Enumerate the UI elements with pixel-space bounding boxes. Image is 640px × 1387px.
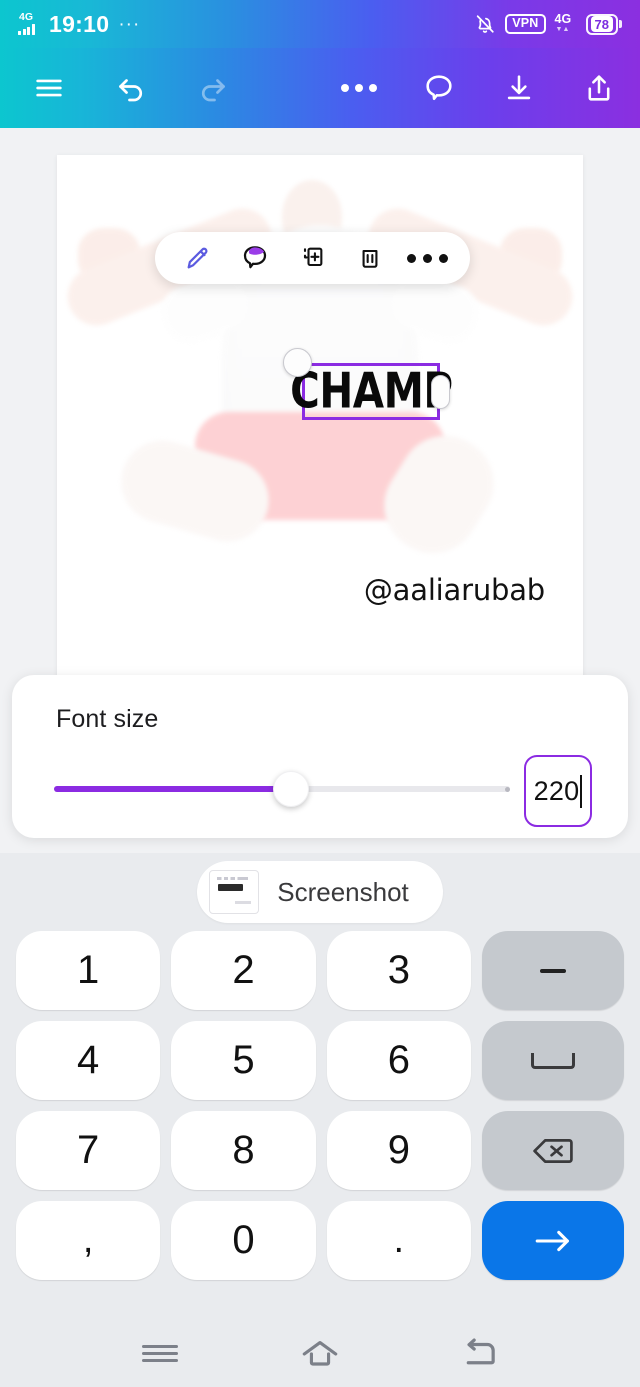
key-minus[interactable] [481,931,624,1010]
key-7[interactable]: 7 [16,1111,161,1190]
font-size-panel: Font size 220 [12,675,628,838]
key-1[interactable]: 1 [16,931,161,1010]
suggestion-label: Screenshot [277,876,409,907]
battery-icon: 78 [585,13,622,35]
battery-level: 78 [590,16,613,32]
key-9[interactable]: 9 [326,1111,471,1190]
key-comma[interactable]: , [16,1201,161,1280]
recents-icon[interactable] [128,1330,192,1378]
key-row: , 0 . [16,1201,624,1280]
text-caret [580,774,583,808]
watermark-text[interactable]: @aaliarubab [364,573,545,607]
undo-icon[interactable] [100,57,162,119]
overflow-dots-icon: ··· [118,13,141,35]
key-5[interactable]: 5 [171,1021,316,1100]
font-size-value: 220 [533,775,580,806]
key-enter[interactable] [481,1201,624,1280]
more-options-icon[interactable] [328,57,390,119]
font-size-input[interactable]: 220 [524,755,592,827]
key-row: 1 2 3 [16,931,624,1010]
duplicate-icon[interactable] [289,238,335,278]
text-element-label: CHAMP [289,362,453,420]
more-options-icon[interactable] [404,238,450,278]
comment-bubble-icon[interactable] [408,57,470,119]
key-grid: 1 2 3 4 5 6 7 8 9 , 0 . [0,931,640,1280]
slider-end-dot [505,786,510,792]
suggestion-chip-screenshot[interactable]: Screenshot [197,861,443,923]
toolbar-left-group [0,57,244,119]
key-4[interactable]: 4 [16,1021,161,1100]
signal-4g-right-icon: 4G ▼▲ [554,12,572,33]
key-0[interactable]: 0 [171,1201,316,1280]
status-bar: 4G 19:10 ··· VPN 4G ▼▲ 78 [0,0,640,48]
status-time: 19:10 [49,10,110,37]
slider-thumb[interactable] [273,771,310,807]
rotate-handle[interactable] [283,348,312,377]
delete-trash-icon[interactable] [347,238,393,278]
key-row: 7 8 9 [16,1111,624,1190]
app-toolbar [0,48,640,128]
status-bar-right: VPN 4G ▼▲ 78 [474,12,622,35]
key-backspace[interactable] [481,1111,624,1190]
key-8[interactable]: 8 [171,1111,316,1190]
android-nav-bar [0,1320,640,1387]
home-icon[interactable] [288,1330,352,1378]
key-6[interactable]: 6 [326,1021,471,1100]
key-3[interactable]: 3 [326,931,471,1010]
comment-bubble-icon[interactable] [232,238,278,278]
key-2[interactable]: 2 [171,931,316,1010]
key-row: 4 5 6 [16,1021,624,1100]
suggestion-bar: Screenshot [0,853,640,931]
key-period[interactable]: . [326,1201,471,1280]
download-icon[interactable] [488,57,550,119]
slider-fill [54,786,292,792]
text-element-champ[interactable]: CHAMP [283,348,453,420]
toolbar-right-group [328,57,640,119]
phone-screen: 4G 19:10 ··· VPN 4G ▼▲ 78 CHAMP @aaliaru… [0,0,640,1387]
object-context-menu [155,232,470,284]
redo-icon[interactable] [182,57,244,119]
mute-bell-icon [477,15,494,33]
status-bar-left: 4G 19:10 ··· [18,11,140,38]
font-size-slider[interactable] [54,769,510,809]
font-size-label: Font size [56,705,159,733]
numeric-keyboard: Screenshot 1 2 3 4 5 6 7 8 9 , 0 . [0,853,640,1320]
signal-4g-icon: 4G [18,12,40,35]
key-space[interactable] [481,1021,624,1100]
back-icon[interactable] [448,1330,512,1378]
vpn-badge: VPN [505,13,546,35]
hamburger-menu-icon[interactable] [18,57,80,119]
resize-handle[interactable] [431,374,450,409]
share-icon[interactable] [568,57,630,119]
edit-pen-icon[interactable] [175,238,221,278]
screenshot-thumbnail-icon [209,870,260,914]
